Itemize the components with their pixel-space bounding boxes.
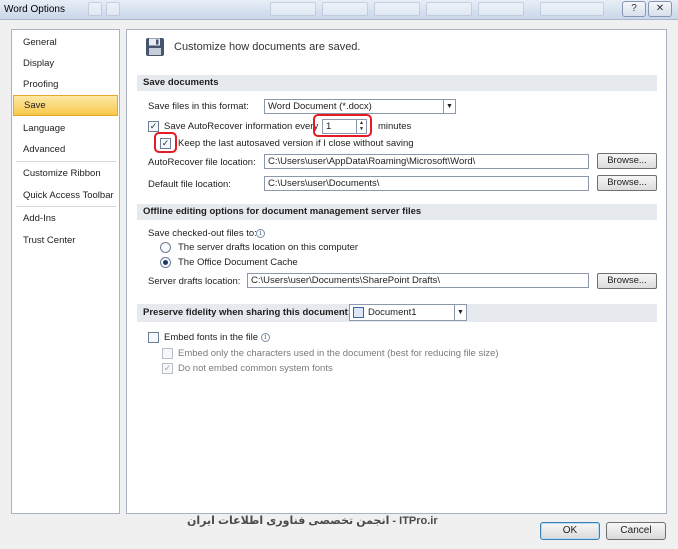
browse-default-location-button[interactable]: Browse... — [597, 175, 657, 191]
sidebar-item-quick-access-toolbar[interactable]: Quick Access Toolbar — [13, 185, 118, 206]
server-drafts-location-input[interactable]: C:\Users\user\Documents\SharePoint Draft… — [247, 273, 589, 288]
sidebar-item-general[interactable]: General — [13, 32, 118, 53]
floppy-disk-icon — [145, 37, 165, 57]
background-ribbon-ghost — [106, 2, 120, 16]
embed-characters-checkbox[interactable] — [162, 348, 173, 359]
file-format-select[interactable]: Word Document (*.docx) ▼ — [264, 99, 456, 114]
sidebar-item-proofing[interactable]: Proofing — [13, 74, 118, 95]
office-cache-option-label: The Office Document Cache — [178, 257, 298, 268]
dropdown-arrow-icon: ▼ — [454, 305, 466, 320]
page-heading: Customize how documents are saved. — [174, 41, 361, 53]
autorecover-location-label: AutoRecover file location: — [148, 157, 256, 168]
no-common-fonts-checkbox[interactable]: ✓ — [162, 363, 173, 374]
sidebar-item-display[interactable]: Display — [13, 53, 118, 74]
fidelity-document-value: Document1 — [368, 307, 417, 318]
info-icon: i — [256, 229, 265, 238]
server-drafts-option-label: The server drafts location on this compu… — [178, 242, 359, 253]
server-drafts-radio[interactable] — [160, 242, 171, 253]
sidebar-item-save[interactable]: Save — [13, 95, 118, 116]
dropdown-arrow-icon: ▼ — [443, 100, 455, 113]
sidebar-divider — [16, 206, 116, 207]
title-bar: Word Options ? ✕ — [0, 0, 678, 20]
cancel-button[interactable]: Cancel — [606, 522, 666, 540]
office-cache-radio[interactable] — [160, 257, 171, 268]
watermark-text: انجمن تخصصی فناوری اطلاعات ایران - ITPro… — [187, 515, 438, 527]
minutes-label: minutes — [378, 121, 412, 132]
annotation-highlight-keep-last — [154, 132, 177, 153]
embed-fonts-checkbox[interactable] — [148, 332, 159, 343]
default-location-label: Default file location: — [148, 179, 231, 190]
no-common-fonts-label: Do not embed common system fonts — [178, 363, 333, 374]
server-drafts-location-label: Server drafts location: — [148, 276, 241, 287]
embed-characters-label: Embed only the characters used in the do… — [178, 348, 499, 359]
background-ribbon-ghost — [88, 2, 102, 16]
ok-button[interactable]: OK — [540, 522, 600, 540]
browse-autorecover-button[interactable]: Browse... — [597, 153, 657, 169]
annotation-highlight-minutes — [313, 114, 372, 137]
format-label: Save files in this format: — [148, 101, 249, 112]
file-format-value: Word Document (*.docx) — [268, 101, 372, 112]
browse-server-drafts-button[interactable]: Browse... — [597, 273, 657, 289]
sidebar-item-language[interactable]: Language — [13, 118, 118, 139]
checked-out-label: Save checked-out files to: — [148, 228, 257, 239]
background-ribbon-ghost — [270, 2, 316, 16]
sidebar-item-advanced[interactable]: Advanced — [13, 139, 118, 160]
section-heading-save-documents: Save documents — [137, 75, 657, 91]
autorecover-label: Save AutoRecover information every — [164, 121, 319, 132]
background-ribbon-ghost — [540, 2, 604, 16]
embed-fonts-label: Embed fonts in the file — [164, 332, 258, 343]
sidebar-item-customize-ribbon[interactable]: Customize Ribbon — [13, 163, 118, 184]
background-ribbon-ghost — [374, 2, 420, 16]
window-title: Word Options — [4, 4, 65, 15]
background-ribbon-ghost — [478, 2, 524, 16]
keep-last-autosaved-label: Keep the last autosaved version if I clo… — [178, 138, 414, 149]
fidelity-document-select[interactable]: Document1 ▼ — [349, 304, 467, 321]
sidebar: General Display Proofing Save Language A… — [11, 29, 120, 514]
background-ribbon-ghost — [322, 2, 368, 16]
sidebar-divider — [16, 161, 116, 162]
close-button[interactable]: ✕ — [648, 1, 672, 17]
default-location-input[interactable]: C:\Users\user\Documents\ — [264, 176, 589, 191]
word-document-icon — [353, 307, 364, 318]
background-ribbon-ghost — [426, 2, 472, 16]
autorecover-location-input[interactable]: C:\Users\user\AppData\Roaming\Microsoft\… — [264, 154, 589, 169]
sidebar-item-trust-center[interactable]: Trust Center — [13, 230, 118, 251]
save-options-panel: Customize how documents are saved. Save … — [126, 29, 667, 514]
section-heading-offline-editing: Offline editing options for document man… — [137, 204, 657, 220]
autorecover-checkbox[interactable]: ✓ — [148, 121, 159, 132]
info-icon: i — [261, 333, 270, 342]
fidelity-heading-text: Preserve fidelity when sharing this docu… — [143, 307, 351, 318]
help-button[interactable]: ? — [622, 1, 646, 17]
sidebar-item-add-ins[interactable]: Add-Ins — [13, 208, 118, 229]
